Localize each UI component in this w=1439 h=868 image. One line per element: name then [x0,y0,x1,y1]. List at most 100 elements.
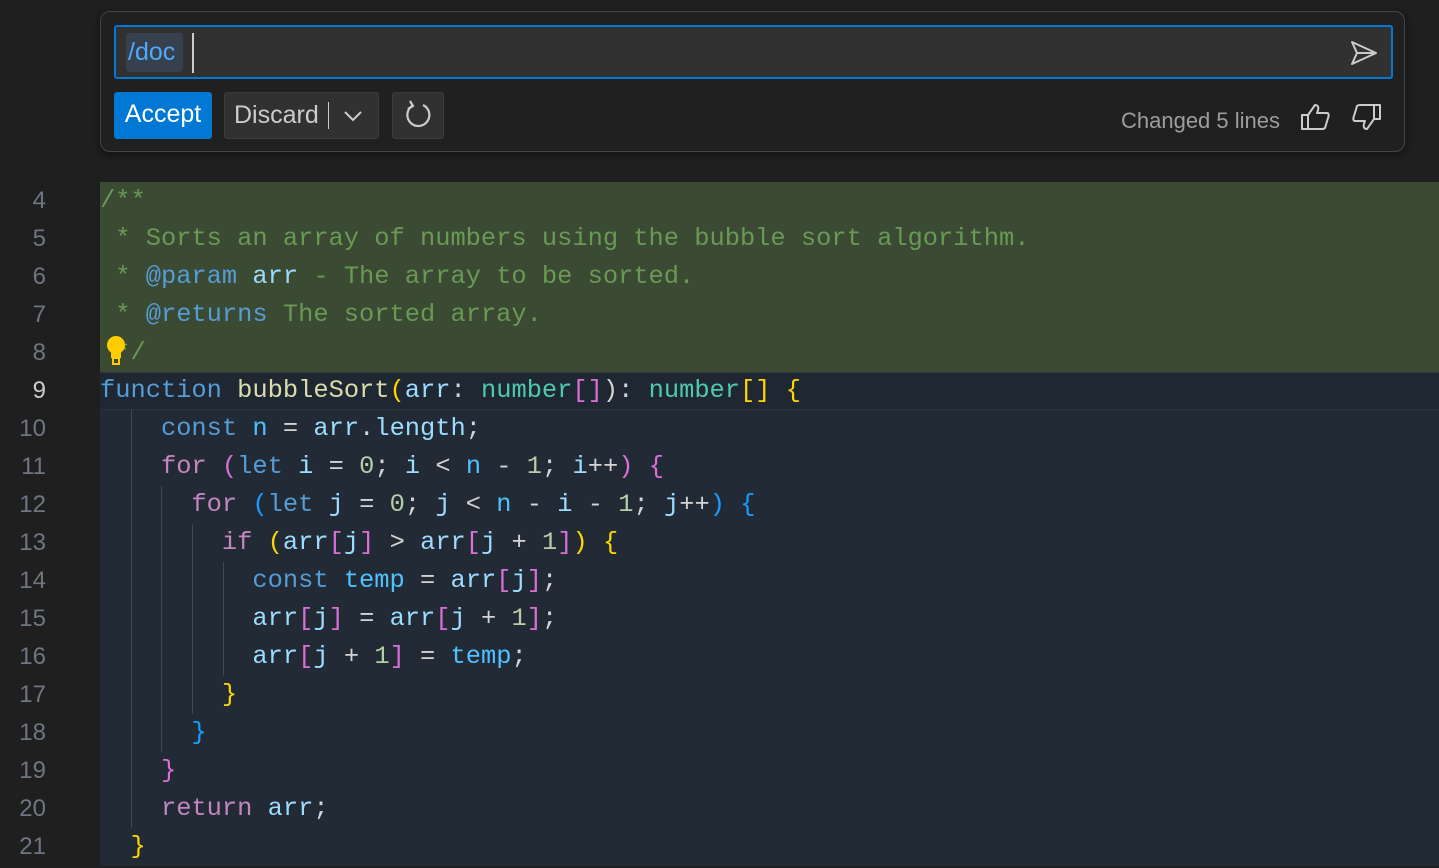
lightbulb-icon[interactable] [104,334,128,368]
line-number: 10 [0,410,46,448]
code-line[interactable]: 12 for (let j = 0; j < n - i - 1; j++) { [0,486,1439,524]
code-token: } [130,832,145,861]
line-content[interactable]: function bubbleSort(arr: number[]): numb… [100,372,1439,410]
line-number: 18 [0,714,46,752]
slash-command-chip: /doc [126,33,183,72]
chat-input[interactable]: /doc [114,25,1393,79]
code-line[interactable]: 8 */ [0,334,1439,372]
line-content[interactable]: /** [100,182,1439,220]
line-content[interactable]: const temp = arr[j]; [100,562,1439,600]
code-token: arr [252,604,298,633]
code-token: 1 [618,490,633,519]
code-line[interactable]: 13 if (arr[j] > arr[j + 1]) { [0,524,1439,562]
code-line[interactable]: 20 return arr; [0,790,1439,828]
code-token: j [451,604,466,633]
code-line[interactable]: 7 * @returns The sorted array. [0,296,1439,334]
line-content[interactable]: arr[j] = arr[j + 1]; [100,600,1439,638]
discard-label: Discard [234,101,319,129]
code-token: i [405,452,420,481]
code-token: 1 [527,452,542,481]
code-line[interactable]: 6 * @param arr - The array to be sorted. [0,258,1439,296]
line-content[interactable]: } [100,714,1439,752]
code-token: ] [557,528,572,557]
code-token: @returns [146,300,268,329]
line-content[interactable]: if (arr[j] > arr[j + 1]) { [100,524,1439,562]
code-token: arr [313,414,359,443]
thumbs-down-icon[interactable] [1350,100,1384,134]
code-token: arr [252,642,298,671]
code-token [725,490,740,519]
code-token [100,452,161,481]
code-token: [ [496,566,511,595]
line-content[interactable]: } [100,676,1439,714]
send-icon[interactable] [1349,38,1379,68]
code-token: function [100,376,222,405]
line-content[interactable]: } [100,752,1439,790]
code-line[interactable]: 19 } [0,752,1439,790]
code-token: j [481,528,496,557]
code-line[interactable]: 21 } [0,828,1439,866]
line-content[interactable]: * Sorts an array of numbers using the bu… [100,220,1439,258]
code-line[interactable]: 17 } [0,676,1439,714]
code-token [252,528,267,557]
line-content[interactable]: arr[j + 1] = temp; [100,638,1439,676]
line-content[interactable]: for (let i = 0; i < n - 1; i++) { [100,448,1439,486]
code-token: ; [511,642,526,671]
code-token: 0 [359,452,374,481]
code-token: : [451,376,481,405]
code-token: let [268,490,314,519]
code-token: ( [252,490,267,519]
line-content[interactable]: * @param arr - The array to be sorted. [100,258,1439,296]
code-token: n [466,452,481,481]
code-token [771,376,786,405]
gutter [46,448,100,486]
thumbs-up-icon[interactable] [1298,100,1332,134]
code-token: ; [466,414,481,443]
code-token: + [329,642,375,671]
code-token: = [405,642,451,671]
code-token: 1 [512,604,527,633]
line-content[interactable]: const n = arr.length; [100,410,1439,448]
line-number: 14 [0,562,46,600]
code-token: i [573,452,588,481]
code-token: j [664,490,679,519]
code-token: temp [344,566,405,595]
line-content[interactable]: for (let j = 0; j < n - i - 1; j++) { [100,486,1439,524]
gutter [46,486,100,524]
code-token [237,490,252,519]
code-line[interactable]: 5 * Sorts an array of numbers using the … [0,220,1439,258]
code-line[interactable]: 15 arr[j] = arr[j + 1]; [0,600,1439,638]
line-number: 11 [0,448,46,486]
code-line[interactable]: 11 for (let i = 0; i < n - 1; i++) { [0,448,1439,486]
discard-button[interactable]: Discard [224,92,379,139]
refresh-icon [393,93,443,138]
code-token: ++ [679,490,709,519]
change-status: Changed 5 lines [1121,108,1280,134]
code-token: + [496,528,542,557]
line-content[interactable]: */ [100,334,1439,372]
code-line[interactable]: 14 const temp = arr[j]; [0,562,1439,600]
code-token [100,604,252,633]
line-content[interactable]: * @returns The sorted array. [100,296,1439,334]
gutter [46,714,100,752]
accept-button[interactable]: Accept [114,92,212,139]
line-content[interactable]: return arr; [100,790,1439,828]
line-number: 7 [0,296,46,334]
code-token: ( [390,376,405,405]
code-line[interactable]: 10 const n = arr.length; [0,410,1439,448]
code-token: arr [450,566,496,595]
gutter [46,676,100,714]
code-token: * [100,262,146,291]
code-editor[interactable]: 4/**5 * Sorts an array of numbers using … [0,182,1439,868]
code-line[interactable]: 16 arr[j + 1] = temp; [0,638,1439,676]
regenerate-button[interactable] [392,92,444,139]
gutter [46,334,100,372]
code-token: ) [710,490,725,519]
code-token: - [512,490,558,519]
code-line[interactable]: 18 } [0,714,1439,752]
code-token: ] [527,604,542,633]
code-line[interactable]: 9function bubbleSort(arr: number[]): num… [0,372,1439,410]
line-content[interactable]: } [100,828,1439,866]
chevron-down-icon[interactable] [341,104,365,128]
code-line[interactable]: 4/** [0,182,1439,220]
